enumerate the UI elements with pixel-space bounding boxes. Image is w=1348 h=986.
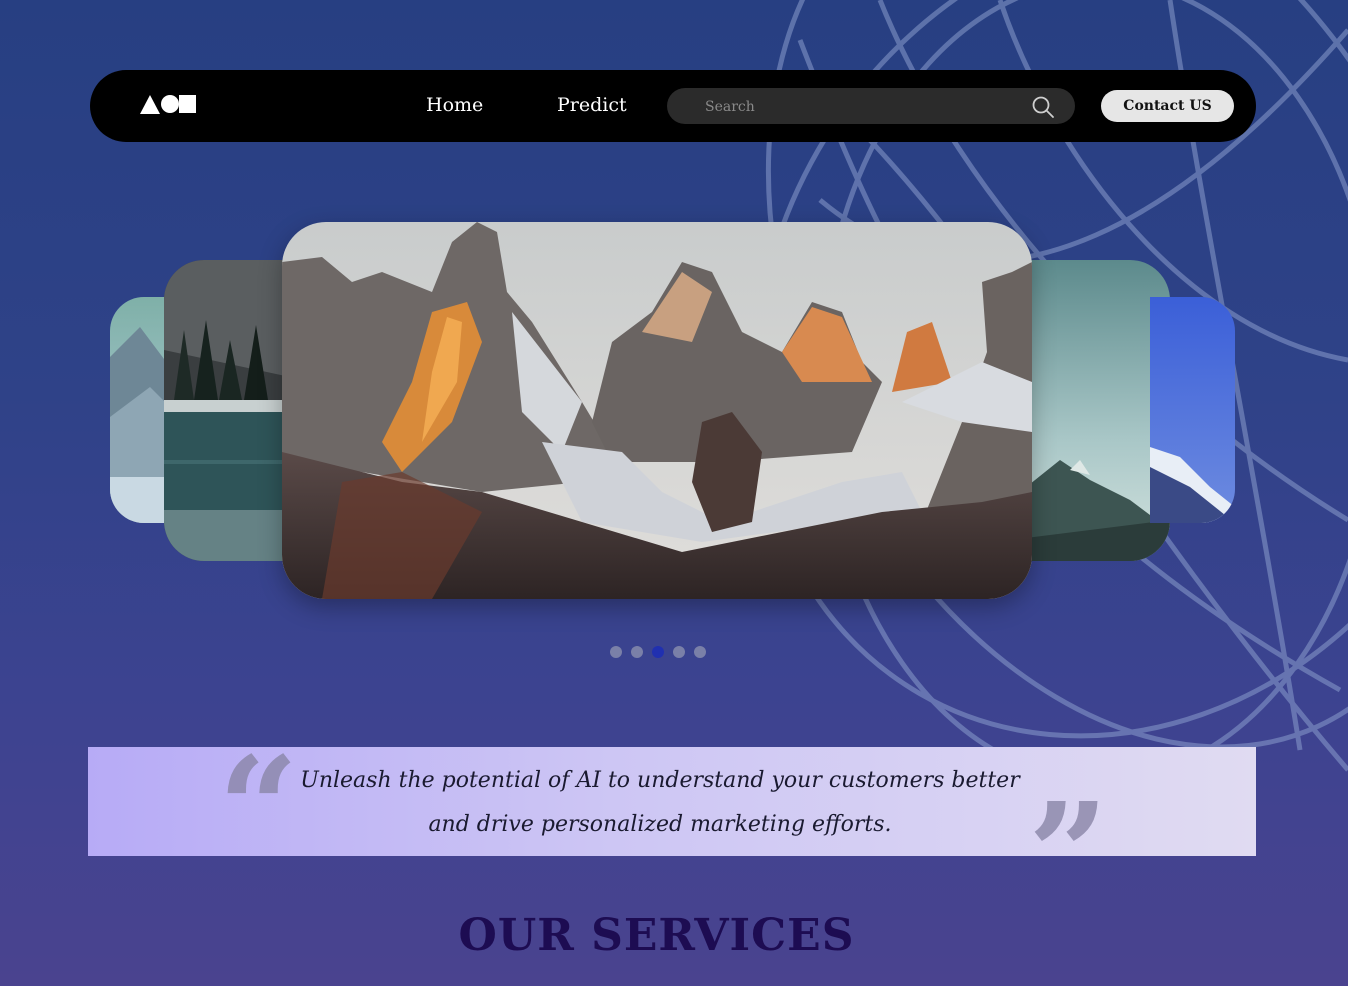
search-bar <box>667 88 1075 126</box>
navbar: Home Predict Contact US <box>90 70 1256 142</box>
search-icon[interactable] <box>1031 95 1055 119</box>
quote-text: Unleash the potential of AI to understan… <box>288 759 1032 847</box>
close-quote-icon: ” <box>1028 773 1109 937</box>
quote-line-2: and drive personalized marketing efforts… <box>428 812 892 837</box>
carousel-slide-rocky-peaks-active[interactable] <box>282 222 1032 599</box>
open-quote-icon: “ <box>218 727 299 891</box>
nav-link-home[interactable]: Home <box>426 92 483 118</box>
carousel-dot-1[interactable] <box>610 646 622 658</box>
carousel-dot-4[interactable] <box>673 646 685 658</box>
carousel-slide-teal-sky-mountain[interactable] <box>1010 260 1170 561</box>
carousel-dot-3-active[interactable] <box>652 646 664 658</box>
contact-us-button[interactable]: Contact US <box>1101 90 1234 122</box>
services-heading: OUR SERVICES <box>458 910 855 961</box>
quote-banner: “ Unleash the potential of AI to underst… <box>88 739 1256 925</box>
shapes-logo-icon[interactable] <box>140 94 196 114</box>
carousel-dots <box>610 646 706 658</box>
carousel-slide-blue-sky-mountain[interactable] <box>1150 297 1235 523</box>
quote-line-1: Unleash the potential of AI to understan… <box>300 768 1020 793</box>
search-input[interactable] <box>681 88 1037 126</box>
carousel-dot-2[interactable] <box>631 646 643 658</box>
carousel-dot-5[interactable] <box>694 646 706 658</box>
nav-link-predict[interactable]: Predict <box>557 92 627 118</box>
